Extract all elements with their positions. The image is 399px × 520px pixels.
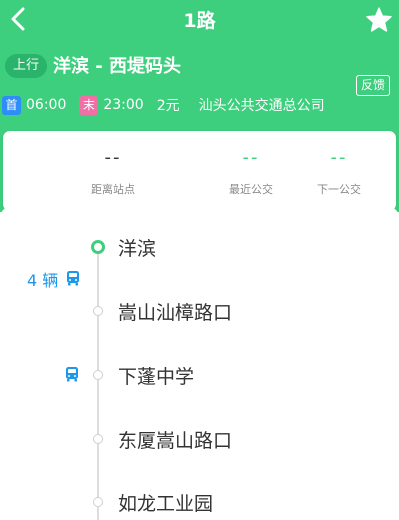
stop-marker [93, 370, 103, 380]
last-bus-tag: 末 [79, 95, 99, 115]
fare: 2元 [156, 98, 180, 114]
bus-icon [67, 271, 79, 286]
stop-marker [93, 497, 103, 507]
stop-item[interactable]: 洋滨 [0, 232, 399, 262]
stop-list: 洋滨 4 辆 嵩山汕樟路口 下蓬中学 东厦嵩山路口 如龙工业园 [0, 206, 399, 520]
stop-name: 东厦嵩山路口 [118, 430, 233, 452]
route-info-row: 首 06:00 末 23:00 2元 汕头公共交通总公司 [2, 95, 325, 115]
stop-name: 如龙工业园 [118, 493, 214, 515]
feedback-button[interactable]: 反馈 [356, 75, 391, 96]
star-icon[interactable] [365, 6, 393, 34]
first-bus-time: 06:00 [26, 97, 67, 113]
stop-name: 嵩山汕樟路口 [118, 302, 233, 324]
realtime-stats-card: -- 距离站点 -- 最近公交 -- 下一公交 [3, 131, 396, 211]
stop-marker [93, 434, 103, 444]
stop-item[interactable]: 如龙工业园 [0, 487, 399, 517]
bus-count-row: 4 辆 [0, 264, 399, 294]
first-bus-tag: 首 [2, 95, 21, 115]
stop-item[interactable]: 下蓬中学 [0, 360, 399, 390]
bus-count-label: 4 辆 [27, 271, 59, 290]
stat-distance-value: -- [104, 147, 122, 168]
stop-item[interactable]: 东厦嵩山路口 [0, 424, 399, 454]
stat-distance-label: 距离站点 [91, 183, 135, 196]
start-stop-marker [91, 240, 105, 254]
route-name: 洋滨 - 西堤码头 [53, 56, 182, 77]
stop-item[interactable]: 嵩山汕樟路口 [0, 296, 399, 326]
last-bus-time: 23:00 [103, 97, 144, 113]
stat-next-bus-value: -- [330, 147, 348, 168]
stat-next-bus-label: 下一公交 [317, 183, 361, 196]
stop-marker [93, 306, 103, 316]
direction-badge[interactable]: 上行 [5, 54, 48, 78]
stop-name: 洋滨 [118, 238, 157, 260]
stop-name: 下蓬中学 [118, 366, 195, 388]
top-nav-bar: 1路 [0, 0, 399, 40]
operator-company: 汕头公共交通总公司 [198, 98, 325, 114]
bus-icon [66, 367, 78, 382]
page-title: 1路 [183, 10, 216, 32]
